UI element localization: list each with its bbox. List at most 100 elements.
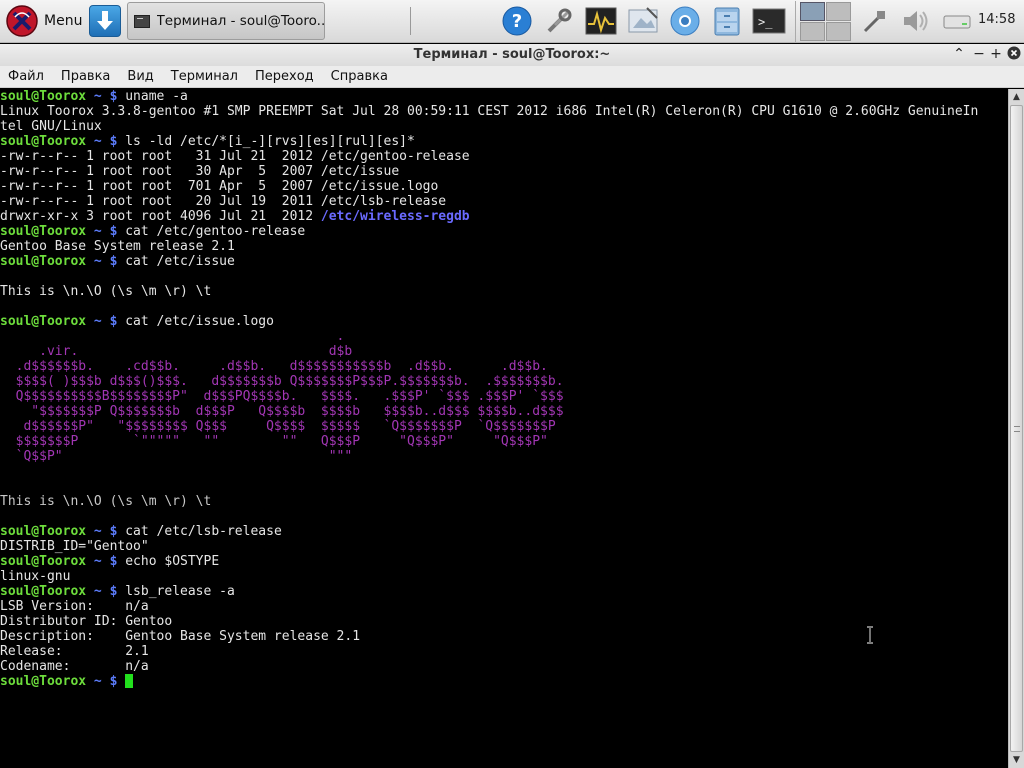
terminal-line: Linux Toorox 3.3.8-gentoo #1 SMP PREEMPT… (0, 104, 1008, 119)
menu-logo-icon (6, 5, 38, 37)
mouse-ibeam-cursor-icon (867, 626, 873, 644)
settings-tools-icon[interactable] (542, 4, 576, 38)
chromium-icon[interactable] (668, 4, 702, 38)
output-text: Codename: n/a (0, 659, 149, 674)
menu-edit[interactable]: Правка (61, 69, 110, 84)
terminal-line: Q$$$$$$$$$$B$$$$$$$$P" d$$$PQ$$$$b. $$$$… (0, 389, 1008, 404)
menu-label: Menu (44, 13, 83, 29)
menu-button[interactable]: Menu (2, 3, 84, 39)
scrollbar-thumb[interactable] (1010, 105, 1023, 752)
workspace-1[interactable] (800, 2, 825, 21)
ascii-logo-line: `Q$$P" """ (0, 449, 353, 464)
output-text: Distributor ID: Gentoo (0, 614, 173, 629)
scrollbar-grip (1014, 426, 1020, 432)
terminal-line: DISTRIB_ID="Gentoo" (0, 539, 1008, 554)
terminal-line: This is \n.\O (\s \m \r) \t (0, 494, 1008, 509)
menu-help[interactable]: Справка (331, 69, 388, 84)
menu-go[interactable]: Переход (255, 69, 314, 84)
download-icon[interactable] (89, 5, 121, 37)
terminal-line: "$$$$$$$P Q$$$$$$$b d$$$P Q$$$$b $$$$b $… (0, 404, 1008, 419)
terminal-line: soul@Toorox ~ $ cat /etc/issue.logo (0, 314, 1008, 329)
system-monitor-icon[interactable] (584, 4, 618, 38)
terminal-output[interactable]: soul@Toorox ~ $ uname -a Linux Toorox 3.3… (0, 89, 1008, 768)
terminal-scrollbar[interactable]: ▲ ▼ (1008, 89, 1024, 768)
clock[interactable]: 14:58 (978, 12, 1015, 27)
ascii-logo-line: .d$$$$$$b. .cd$$b. .d$$b. d$$$$$$$$$$$b … (0, 359, 548, 374)
svg-text:?: ? (512, 11, 522, 32)
terminal-line: $$$$( )$$$b d$$$()$$$. d$$$$$$$b Q$$$$$$… (0, 374, 1008, 389)
help-icon[interactable]: ? (500, 4, 534, 38)
terminal-line: soul@Toorox ~ $ uname -a (0, 89, 1008, 104)
command-text: cat /etc/lsb-release (125, 524, 282, 539)
terminal-launcher-icon[interactable]: >_ (752, 4, 786, 38)
minimize-button[interactable]: − (971, 46, 987, 62)
prompt-user: soul@Toorox (0, 554, 87, 569)
taskbar-terminal-button[interactable]: Терминал - soul@Tooro... (127, 2, 325, 40)
prompt-dir: ~ $ (86, 134, 126, 149)
output-text: Release: 2.1 (0, 644, 149, 659)
output-text: -rw-r--r-- 1 root root 31 Jul 21 2012 /e… (0, 149, 470, 164)
menu-file[interactable]: Файл (8, 69, 44, 84)
prompt-dir: ~ $ (86, 584, 126, 599)
output-text: Linux Toorox 3.3.8-gentoo #1 SMP PREEMPT… (0, 104, 979, 119)
terminal-line: soul@Toorox ~ $ echo $OSTYPE (0, 554, 1008, 569)
terminal-text: soul@Toorox ~ $ uname -a Linux Toorox 3.3… (0, 89, 1008, 689)
workspace-2[interactable] (826, 2, 851, 21)
terminal-line: Description: Gentoo Base System release … (0, 629, 1008, 644)
network-icon[interactable] (858, 4, 892, 38)
taskbar-terminal-label: Терминал - soul@Tooro... (156, 13, 324, 29)
drive-icon[interactable] (940, 4, 974, 38)
terminal-line: `Q$$P" """ (0, 449, 1008, 464)
output-text: This is \n.\O (\s \m \r) \t (0, 284, 212, 299)
ascii-logo-line: .vir. d$b (0, 344, 353, 359)
prompt-user: soul@Toorox (0, 584, 87, 599)
workspace-pager[interactable] (800, 2, 852, 42)
svg-text:>_: >_ (758, 15, 773, 29)
screenshot-icon[interactable] (626, 4, 660, 38)
terminal-line: Distributor ID: Gentoo (0, 614, 1008, 629)
terminal-line: drwxr-xr-x 3 root root 4096 Jul 21 2012 … (0, 209, 1008, 224)
ascii-logo-line: Q$$$$$$$$$$B$$$$$$$$P" d$$$PQ$$$$b. $$$$… (0, 389, 564, 404)
terminal-line: -rw-r--r-- 1 root root 20 Jul 19 2011 /e… (0, 194, 1008, 209)
menu-view[interactable]: Вид (127, 69, 153, 84)
output-text: drwxr-xr-x 3 root root 4096 Jul 21 2012 (0, 209, 321, 224)
file-manager-icon[interactable] (710, 4, 744, 38)
output-text: Gentoo Base System release 2.1 (0, 239, 235, 254)
terminal-line: soul@Toorox ~ $ cat /etc/issue (0, 254, 1008, 269)
close-button[interactable] (1006, 46, 1022, 62)
terminal-line: soul@Toorox ~ $ cat /etc/gentoo-release (0, 224, 1008, 239)
ascii-logo-line: $$$$$$$P `""""" "" "" Q$$$P "Q$$$P" "Q$$… (0, 434, 548, 449)
panel-separator (410, 7, 411, 35)
window-titlebar[interactable]: Терминал - soul@Toorox:~ ⌃ − + (0, 44, 1024, 66)
shade-button[interactable]: ⌃ (951, 46, 967, 62)
menu-terminal[interactable]: Терминал (171, 69, 238, 84)
top-panel: Menu Терминал - soul@Tooro... ? >_ 14:58 (0, 0, 1024, 43)
ascii-logo-line: d$$$$$$P" "$$$$$$$$ Q$$$ Q$$$$ $$$$$ `Q$… (0, 419, 556, 434)
output-text: This is \n.\O (\s \m \r) \t (0, 494, 212, 509)
terminal-line: $$$$$$$P `""""" "" "" Q$$$P "Q$$$P" "Q$$… (0, 434, 1008, 449)
volume-icon[interactable] (898, 4, 932, 38)
workspace-3[interactable] (800, 22, 825, 41)
terminal-line: soul@Toorox ~ $ lsb_release -a (0, 584, 1008, 599)
terminal-line: -rw-r--r-- 1 root root 701 Apr 5 2007 /e… (0, 179, 1008, 194)
command-text: echo $OSTYPE (125, 554, 220, 569)
prompt-dir: ~ $ (86, 524, 126, 539)
maximize-button[interactable]: + (988, 46, 1004, 62)
workspace-4[interactable] (826, 22, 851, 41)
output-text: tel GNU/Linux (0, 119, 102, 134)
prompt-user: soul@Toorox (0, 134, 87, 149)
prompt-dir: ~ $ (86, 254, 126, 269)
output-text: DISTRIB_ID="Gentoo" (0, 539, 149, 554)
prompt-dir: ~ $ (86, 554, 126, 569)
terminal-line: d$$$$$$P" "$$$$$$$$ Q$$$ Q$$$$ $$$$$ `Q$… (0, 419, 1008, 434)
terminal-line: tel GNU/Linux (0, 119, 1008, 134)
command-text: lsb_release -a (125, 584, 235, 599)
close-icon (1007, 46, 1021, 60)
scroll-up-button[interactable]: ▲ (1009, 89, 1024, 105)
terminal-line: .vir. d$b (0, 344, 1008, 359)
scroll-down-button[interactable]: ▼ (1009, 752, 1024, 768)
prompt-user: soul@Toorox (0, 314, 87, 329)
